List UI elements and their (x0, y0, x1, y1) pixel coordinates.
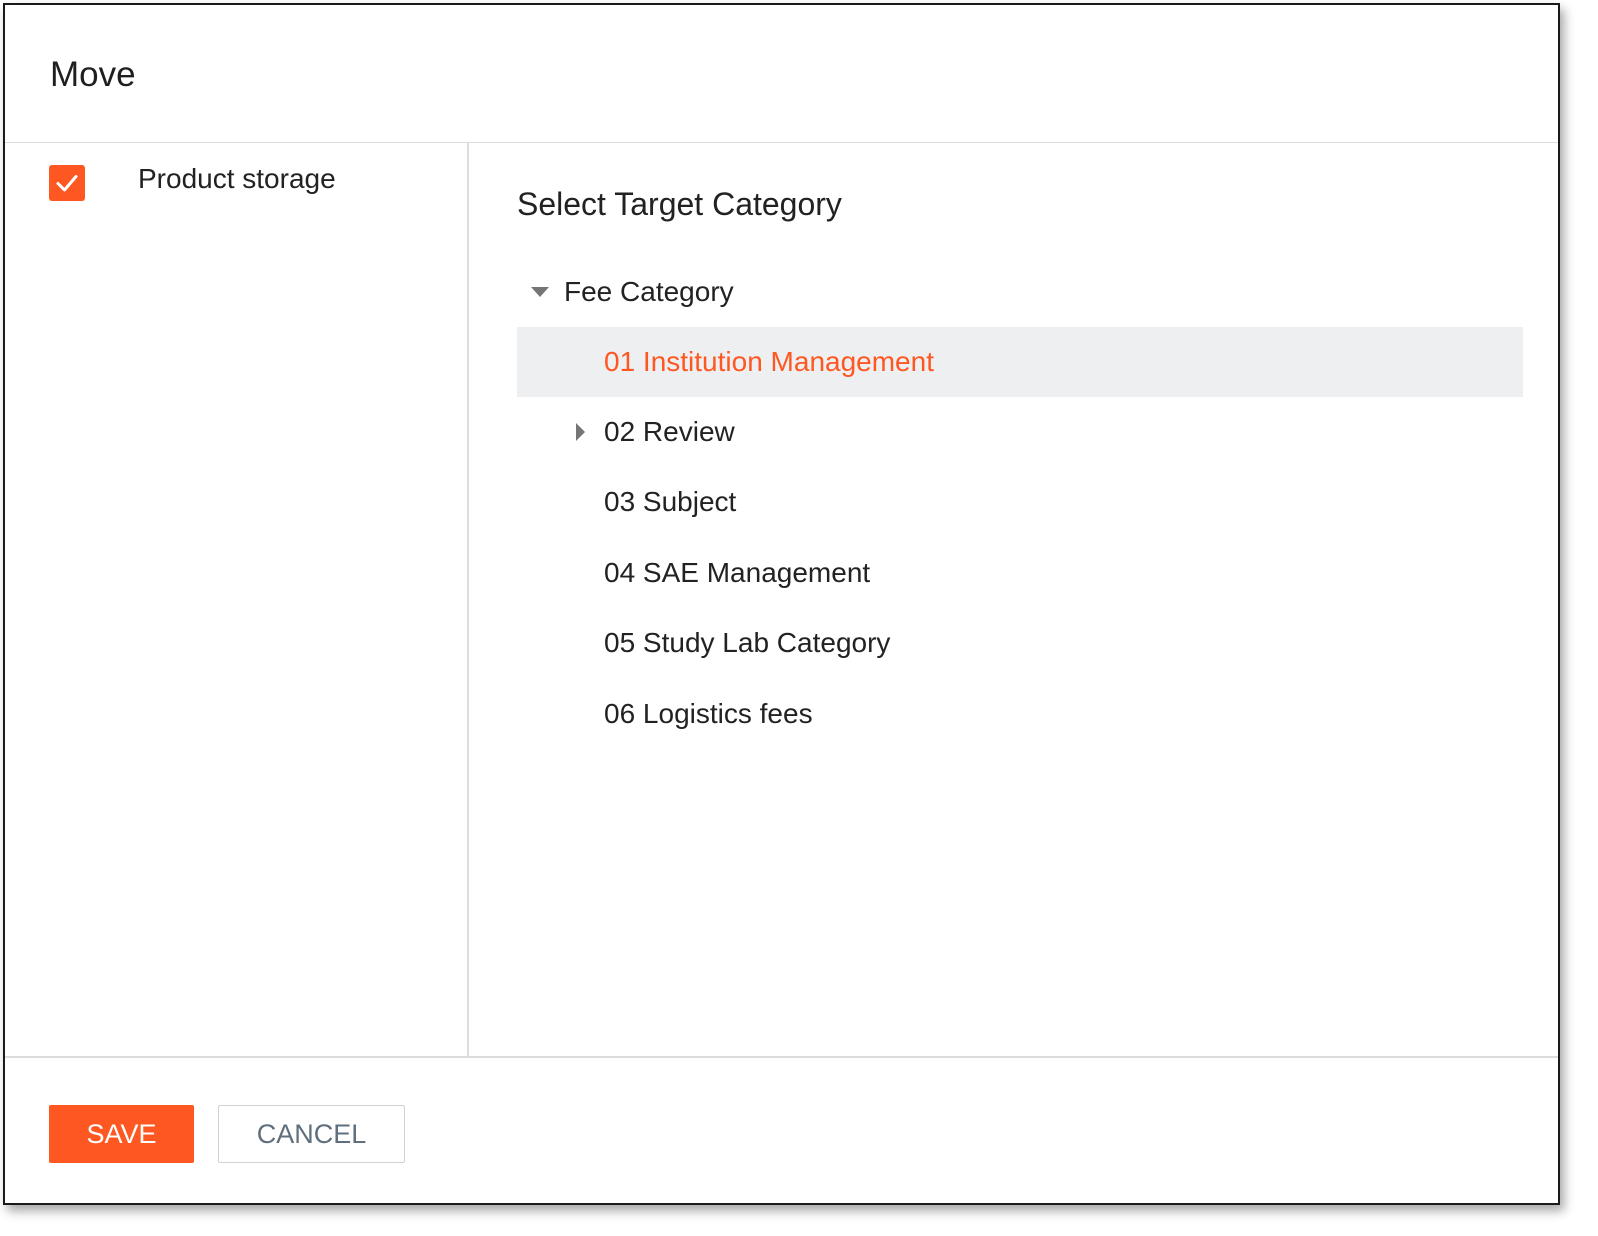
target-pane: Select Target Category Fee Category 01 I… (469, 143, 1558, 1056)
caret-down-icon[interactable] (529, 281, 551, 303)
dialog-body: Product storage Select Target Category F… (5, 143, 1558, 1056)
tree-node-label: 03 Subject (604, 486, 737, 517)
tree-node-sae-management[interactable]: 04 SAE Management (517, 538, 1523, 608)
tree-node-subject[interactable]: 03 Subject (517, 467, 1523, 537)
caret-right-icon[interactable] (569, 421, 591, 443)
cancel-button[interactable]: CANCEL (218, 1105, 405, 1163)
dialog-header: Move (5, 5, 1558, 143)
tree-node-institution-management[interactable]: 01 Institution Management (517, 327, 1523, 397)
tree-node-review[interactable]: 02 Review (517, 397, 1523, 467)
dialog-footer: SAVE CANCEL (5, 1056, 1558, 1205)
save-button[interactable]: SAVE (49, 1105, 194, 1163)
tree-node-label: 01 Institution Management (604, 346, 934, 377)
tree-node-study-lab-category[interactable]: 05 Study Lab Category (517, 608, 1523, 678)
move-dialog: Move Product storage Select Target Categ… (3, 3, 1560, 1205)
product-storage-label: Product storage (138, 163, 336, 194)
tree-node-label: Fee Category (564, 276, 734, 307)
tree-node-fee-category[interactable]: Fee Category (517, 257, 1523, 327)
tree-node-label: 02 Review (604, 416, 735, 447)
tree-node-label: 05 Study Lab Category (604, 627, 891, 658)
product-storage-checkbox[interactable] (49, 165, 85, 201)
check-icon (56, 175, 78, 192)
dialog-title: Move (50, 55, 136, 94)
tree-node-logistics-fees[interactable]: 06 Logistics fees (517, 679, 1523, 749)
select-target-category-heading: Select Target Category (517, 186, 842, 222)
tree-node-label: 06 Logistics fees (604, 698, 813, 729)
source-pane: Product storage (5, 143, 469, 1056)
tree-node-label: 04 SAE Management (604, 557, 871, 588)
